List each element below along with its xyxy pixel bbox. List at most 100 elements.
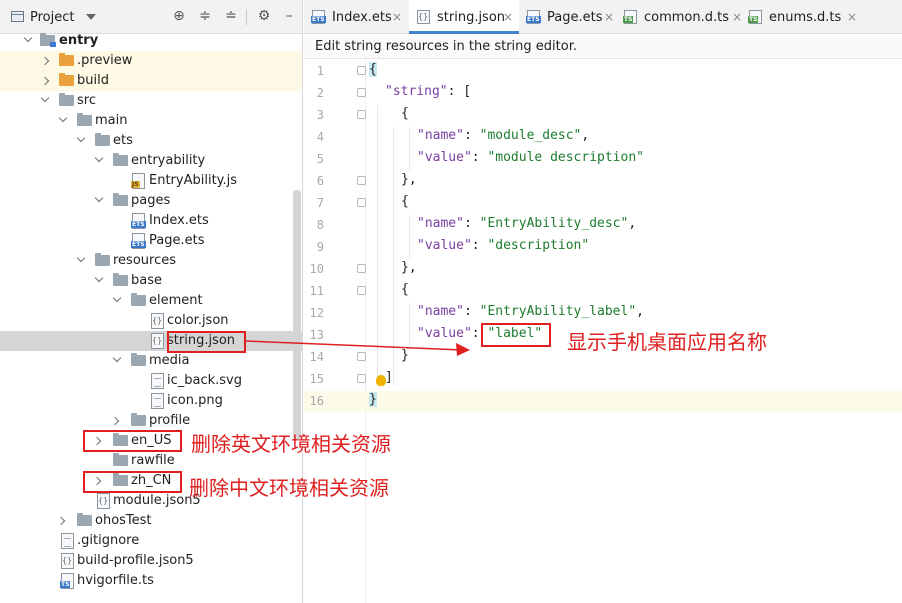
annotation-zh-note: 删除中文环境相关资源 bbox=[189, 476, 389, 500]
tree-item-ets[interactable]: ets bbox=[0, 131, 302, 151]
chevron-down-icon[interactable] bbox=[58, 113, 68, 123]
fold-gutter bbox=[352, 60, 366, 603]
code-line-6: }, bbox=[401, 172, 417, 187]
lightbulb-icon[interactable] bbox=[376, 375, 386, 386]
fold-marker-icon[interactable] bbox=[357, 66, 366, 75]
tab-label: string.json bbox=[437, 10, 506, 25]
close-icon[interactable]: × bbox=[503, 10, 513, 24]
fold-marker-icon[interactable] bbox=[357, 264, 366, 273]
tree-item-preview[interactable]: .preview bbox=[0, 51, 302, 71]
tree-item-string-json[interactable]: {} string.json bbox=[0, 331, 302, 351]
project-view-title[interactable]: Project bbox=[30, 10, 74, 25]
project-view-icon bbox=[11, 11, 24, 22]
tree-item-main[interactable]: main bbox=[0, 111, 302, 131]
tree-item-label: base bbox=[131, 273, 162, 288]
tree-item-label: src bbox=[77, 93, 96, 108]
code-line-3: { bbox=[401, 106, 409, 121]
chevron-down-icon[interactable] bbox=[94, 193, 104, 203]
chevron-right-icon[interactable] bbox=[40, 76, 50, 86]
code-line-7: { bbox=[401, 194, 409, 209]
expand-all-icon[interactable]: ≑ bbox=[197, 8, 213, 24]
line-number: 7 bbox=[316, 196, 324, 210]
json-file-icon: {} bbox=[151, 333, 164, 349]
tree-item-label: Index.ets bbox=[149, 213, 209, 228]
fold-marker-icon[interactable] bbox=[357, 286, 366, 295]
toolbar-divider bbox=[246, 9, 247, 25]
fold-marker-icon[interactable] bbox=[357, 198, 366, 207]
tree-item-color-json[interactable]: {} color.json bbox=[0, 311, 302, 331]
code-line-14: } bbox=[401, 348, 409, 363]
tree-item-index-ets[interactable]: ETS Index.ets bbox=[0, 211, 302, 231]
tree-item-label: build bbox=[77, 73, 109, 88]
close-icon[interactable]: × bbox=[604, 10, 614, 24]
chevron-down-icon[interactable] bbox=[76, 253, 86, 263]
tree-item-label: .gitignore bbox=[77, 533, 140, 548]
code-token: ] bbox=[385, 370, 393, 385]
tab-label: common.d.ts bbox=[644, 10, 730, 25]
tree-item-pages[interactable]: pages bbox=[0, 191, 302, 211]
tab-string-json[interactable]: {} string.json × bbox=[409, 0, 519, 34]
tree-item-entryability-js[interactable]: JS EntryAbility.js bbox=[0, 171, 302, 191]
tree-item-base[interactable]: base bbox=[0, 271, 302, 291]
tree-item-media[interactable]: media bbox=[0, 351, 302, 371]
tree-item-label: rawfile bbox=[131, 453, 175, 468]
collapse-all-icon[interactable]: ≐ bbox=[223, 8, 239, 24]
js-file-icon: JS bbox=[131, 173, 145, 189]
tab-label: enums.d.ts bbox=[769, 10, 842, 25]
close-icon[interactable]: × bbox=[847, 10, 857, 24]
fold-marker-icon[interactable] bbox=[357, 374, 366, 383]
tab-enums-d-ts[interactable]: TS enums.d.ts × bbox=[741, 0, 861, 34]
code-token: "module description" bbox=[487, 150, 644, 165]
chevron-down-icon[interactable] bbox=[94, 153, 104, 163]
line-number: 15 bbox=[309, 372, 324, 386]
folder-icon bbox=[59, 73, 74, 86]
tree-item-entry[interactable]: entry bbox=[0, 31, 302, 51]
scrollbar[interactable] bbox=[293, 190, 301, 440]
tree-item-label: EntryAbility.js bbox=[149, 173, 238, 188]
chevron-down-icon[interactable] bbox=[112, 353, 122, 363]
hide-icon[interactable]: – bbox=[281, 8, 297, 24]
fold-marker-icon[interactable] bbox=[357, 88, 366, 97]
tree-item-icon-png[interactable]: icon.png bbox=[0, 391, 302, 411]
ets-file-icon: ETS bbox=[131, 233, 146, 249]
tree-item-label: hvigorfile.ts bbox=[77, 573, 154, 588]
tree-item-page-ets[interactable]: ETS Page.ets bbox=[0, 231, 302, 251]
tree-item-gitignore[interactable]: .gitignore bbox=[0, 531, 302, 551]
ets-file-icon: ETS bbox=[526, 10, 541, 24]
tree-item-element[interactable]: element bbox=[0, 291, 302, 311]
fold-marker-icon[interactable] bbox=[357, 176, 366, 185]
code-token: "value" bbox=[417, 326, 472, 341]
chevron-down-icon[interactable] bbox=[40, 93, 50, 103]
chevron-right-icon[interactable] bbox=[40, 56, 50, 66]
tab-page-ets[interactable]: ETS Page.ets × bbox=[519, 0, 624, 34]
code-token: "name" bbox=[417, 304, 464, 319]
code-token: "name" bbox=[417, 128, 464, 143]
chevron-down-icon[interactable] bbox=[94, 273, 104, 283]
code-token: "value" bbox=[417, 150, 472, 165]
fold-marker-icon[interactable] bbox=[357, 110, 366, 119]
tab-index-ets[interactable]: ETS Index.ets × bbox=[304, 0, 409, 34]
tree-item-src[interactable]: src bbox=[0, 91, 302, 111]
fold-marker-icon[interactable] bbox=[357, 352, 366, 361]
locate-icon[interactable]: ⊕ bbox=[171, 8, 187, 24]
chevron-down-icon[interactable] bbox=[76, 133, 86, 143]
code-token: "EntryAbility_desc" bbox=[479, 216, 629, 231]
tree-item-build-profile[interactable]: {} build-profile.json5 bbox=[0, 551, 302, 571]
chevron-down-icon[interactable] bbox=[23, 33, 33, 43]
tree-item-resources[interactable]: resources bbox=[0, 251, 302, 271]
code-line-12: "name": "EntryAbility_label", bbox=[417, 304, 644, 319]
chevron-down-icon[interactable] bbox=[86, 14, 96, 20]
close-icon[interactable]: × bbox=[392, 10, 402, 24]
tree-item-entryability[interactable]: entryability bbox=[0, 151, 302, 171]
tree-item-ic-back-svg[interactable]: ic_back.svg bbox=[0, 371, 302, 391]
tree-item-hvigorfile[interactable]: TS hvigorfile.ts bbox=[0, 571, 302, 591]
chevron-down-icon[interactable] bbox=[112, 293, 122, 303]
tree-item-ohostest[interactable]: ohosTest bbox=[0, 511, 302, 531]
annotation-box-zh-cn bbox=[83, 471, 182, 493]
tree-item-build[interactable]: build bbox=[0, 71, 302, 91]
tree-item-label: resources bbox=[113, 253, 177, 268]
chevron-right-icon[interactable] bbox=[56, 516, 66, 526]
settings-icon[interactable]: ⚙ bbox=[256, 8, 272, 24]
chevron-right-icon[interactable] bbox=[110, 416, 120, 426]
tab-common-d-ts[interactable]: TS common.d.ts × bbox=[616, 0, 746, 34]
